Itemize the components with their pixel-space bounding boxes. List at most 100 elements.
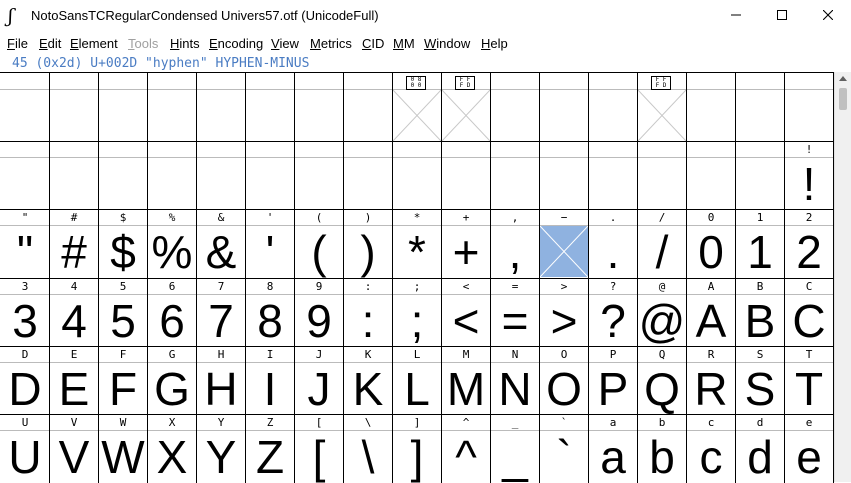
menu-cid[interactable]: CID xyxy=(362,36,384,51)
glyph-cell[interactable]: F F F D xyxy=(442,74,490,141)
glyph-cell[interactable] xyxy=(442,142,490,209)
glyph-cell[interactable]: PP xyxy=(589,347,637,414)
glyph-cell[interactable]: 88 xyxy=(246,279,294,346)
glyph-cell[interactable] xyxy=(295,74,343,141)
glyph-cell[interactable]: F F F D xyxy=(638,74,686,141)
glyph-cell[interactable]: ^ ^ xyxy=(442,415,490,482)
glyph-cell[interactable]: (( xyxy=(295,210,343,277)
glyph-cell[interactable] xyxy=(344,74,392,141)
glyph-cell[interactable] xyxy=(246,142,294,209)
glyph-cell[interactable]: WW xyxy=(99,415,147,482)
glyph-cell[interactable] xyxy=(638,142,686,209)
glyph-cell[interactable]: :: xyxy=(344,279,392,346)
glyph-cell[interactable]: FF xyxy=(99,347,147,414)
glyph-cell[interactable]: / / xyxy=(638,210,686,277)
glyph-cell[interactable] xyxy=(197,142,245,209)
glyph-cell[interactable] xyxy=(197,74,245,141)
glyph-cell[interactable]: + + xyxy=(442,210,490,277)
glyph-cell[interactable]: RR xyxy=(687,347,735,414)
glyph-cell[interactable]: MM xyxy=(442,347,490,414)
glyph-cell[interactable]: BB xyxy=(736,279,784,346)
glyph-cell[interactable] xyxy=(99,74,147,141)
glyph-cell[interactable]: 22 xyxy=(785,210,833,277)
glyph-cell[interactable]: * * xyxy=(393,210,441,277)
glyph-cell[interactable]: SS xyxy=(736,347,784,414)
glyph-cell[interactable]: − xyxy=(539,210,589,278)
glyph-cell[interactable]: XX xyxy=(148,415,196,482)
glyph-cell[interactable]: NN xyxy=(491,347,539,414)
glyph-cell[interactable]: II xyxy=(246,347,294,414)
glyph-cell[interactable]: KK xyxy=(344,347,392,414)
glyph-cell[interactable]: .. xyxy=(589,210,637,277)
menu-edit[interactable]: Edit xyxy=(39,36,61,51)
glyph-cell[interactable]: %% xyxy=(148,210,196,277)
glyph-cell[interactable] xyxy=(344,142,392,209)
menu-help[interactable]: Help xyxy=(481,36,508,51)
menu-mm[interactable]: MM xyxy=(393,36,415,51)
menu-metrics[interactable]: Metrics xyxy=(310,36,352,51)
glyph-cell[interactable]: 11 xyxy=(736,210,784,277)
glyph-cell[interactable]: ` ` xyxy=(540,415,588,482)
glyph-cell[interactable]: 0 8 0 0 xyxy=(393,74,441,141)
glyph-cell[interactable]: GG xyxy=(148,347,196,414)
glyph-cell[interactable]: ;; xyxy=(393,279,441,346)
glyph-cell[interactable] xyxy=(246,74,294,141)
glyph-cell[interactable]: _ _ xyxy=(491,415,539,482)
menu-window[interactable]: Window xyxy=(424,36,470,51)
menu-tools[interactable]: Tools xyxy=(128,36,158,51)
glyph-cell[interactable]: VV xyxy=(50,415,98,482)
fontforge-icon[interactable]: ʃ xyxy=(8,6,26,26)
glyph-cell[interactable]: ee xyxy=(785,415,833,482)
glyph-cell[interactable]: ,, xyxy=(491,210,539,277)
glyph-cell[interactable] xyxy=(295,142,343,209)
glyph-cell[interactable]: ' ' xyxy=(246,210,294,277)
glyph-cell[interactable]: dd xyxy=(736,415,784,482)
glyph-cell[interactable] xyxy=(393,142,441,209)
glyph-cell[interactable] xyxy=(589,142,637,209)
menu-encoding[interactable]: Encoding xyxy=(209,36,263,51)
glyph-cell[interactable]: )) xyxy=(344,210,392,277)
glyph-cell[interactable]: # # xyxy=(50,210,98,277)
glyph-cell[interactable]: 00 xyxy=(687,210,735,277)
glyph-cell[interactable] xyxy=(148,74,196,141)
glyph-cell[interactable]: EE xyxy=(50,347,98,414)
glyph-cell[interactable]: 33 xyxy=(1,279,49,346)
glyph-cell[interactable] xyxy=(540,142,588,209)
glyph-cell[interactable] xyxy=(736,142,784,209)
glyph-cell[interactable]: " " xyxy=(1,210,49,277)
glyph-cell[interactable]: aa xyxy=(589,415,637,482)
menu-hints[interactable]: Hints xyxy=(170,36,200,51)
minimize-button[interactable] xyxy=(713,0,759,30)
glyph-cell[interactable]: YY xyxy=(197,415,245,482)
glyph-cell[interactable] xyxy=(148,142,196,209)
glyph-cell[interactable] xyxy=(785,74,833,141)
menu-file[interactable]: File xyxy=(7,36,28,51)
glyph-cell[interactable]: ]] xyxy=(393,415,441,482)
glyph-cell[interactable]: 66 xyxy=(148,279,196,346)
glyph-cell[interactable] xyxy=(589,74,637,141)
glyph-cell[interactable] xyxy=(491,142,539,209)
glyph-cell[interactable]: bb xyxy=(638,415,686,482)
glyph-cell[interactable]: < < xyxy=(442,279,490,346)
glyph-cell[interactable] xyxy=(736,74,784,141)
glyph-cell[interactable]: JJ xyxy=(295,347,343,414)
glyph-cell[interactable] xyxy=(687,142,735,209)
glyph-cell[interactable]: CC xyxy=(785,279,833,346)
glyph-cell[interactable]: OO xyxy=(540,347,588,414)
menu-element[interactable]: Element xyxy=(70,36,118,51)
menu-view[interactable]: View xyxy=(271,36,299,51)
glyph-cell[interactable]: DD xyxy=(1,347,49,414)
glyph-cell[interactable]: UU xyxy=(1,415,49,482)
close-button[interactable] xyxy=(805,0,851,30)
glyph-cell[interactable]: \ \ xyxy=(344,415,392,482)
glyph-cell[interactable] xyxy=(491,74,539,141)
glyph-cell[interactable]: $ $ xyxy=(99,210,147,277)
glyph-cell[interactable] xyxy=(50,142,98,209)
vertical-scrollbar[interactable] xyxy=(834,72,851,482)
glyph-cell[interactable]: @ @ xyxy=(638,279,686,346)
glyph-cell[interactable]: AA xyxy=(687,279,735,346)
glyph-cell[interactable] xyxy=(99,142,147,209)
glyph-cell[interactable]: 99 xyxy=(295,279,343,346)
glyph-grid[interactable]: 0 8 0 0F F F DF F F D!! " " # # $ $%% & & ' '(()) *… xyxy=(0,72,834,483)
glyph-cell[interactable]: 55 xyxy=(99,279,147,346)
